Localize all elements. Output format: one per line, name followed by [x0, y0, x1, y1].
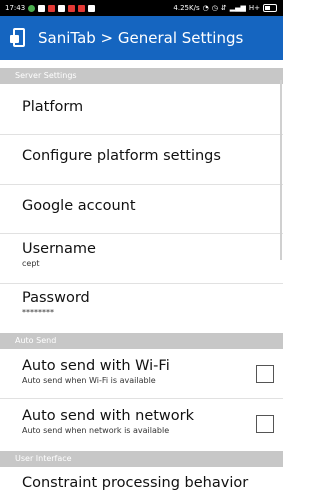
password-title: Password: [22, 290, 90, 306]
status-left: 17:43: [5, 0, 96, 16]
username-value: cept: [22, 259, 40, 268]
auto-send-wifi-title: Auto send with Wi-Fi: [22, 358, 170, 374]
section-header-server: Server Settings: [0, 68, 283, 84]
clock-icon: ◷: [211, 4, 218, 12]
auto-send-network-checkbox[interactable]: [256, 415, 274, 433]
divider: [0, 134, 283, 135]
mail-icon: [48, 4, 56, 12]
message-icon: [58, 4, 66, 12]
password-setting[interactable]: Password ********: [0, 290, 283, 317]
image-icon: [88, 4, 96, 12]
auto-send-wifi-setting[interactable]: Auto send with Wi-Fi Auto send when Wi-F…: [0, 358, 283, 385]
network-speed: 4.25K/s: [173, 4, 200, 12]
constraint-processing-setting[interactable]: Constraint processing behavior: [0, 475, 283, 491]
configure-platform-setting[interactable]: Configure platform settings: [0, 148, 283, 164]
scrollbar[interactable]: [280, 80, 282, 260]
gmail-icon-2: [78, 4, 86, 12]
divider: [0, 184, 283, 185]
platform-title: Platform: [22, 99, 84, 115]
battery-icon: [263, 4, 277, 12]
gmail-icon: [68, 4, 76, 12]
app-bar: SaniTab > General Settings: [0, 16, 283, 60]
constraint-processing-title: Constraint processing behavior: [22, 475, 249, 491]
divider: [0, 398, 283, 399]
alarm-icon: ◔: [202, 4, 209, 12]
auto-send-wifi-summary: Auto send when Wi-Fi is available: [22, 376, 156, 385]
google-account-title: Google account: [22, 198, 136, 214]
auto-send-wifi-checkbox[interactable]: [256, 365, 274, 383]
signal-icon: ▂▄▆: [229, 4, 246, 12]
section-header-auto-send: Auto Send: [0, 333, 283, 349]
app-logo-icon[interactable]: [10, 27, 28, 49]
section-header-user-interface: User Interface: [0, 451, 283, 467]
google-account-setting[interactable]: Google account: [0, 198, 283, 214]
username-setting[interactable]: Username cept: [0, 241, 283, 268]
status-right: 4.25K/s ◔ ◷ ⇵ ▂▄▆ H+: [173, 0, 277, 16]
auto-send-network-title: Auto send with network: [22, 408, 195, 424]
divider: [0, 283, 283, 284]
status-bar: 17:43 4.25K/s ◔ ◷ ⇵ ▂▄▆ H+: [0, 0, 283, 16]
vibrate-icon: ⇵: [220, 4, 227, 12]
auto-send-network-setting[interactable]: Auto send with network Auto send when ne…: [0, 408, 283, 435]
configure-platform-title: Configure platform settings: [22, 148, 221, 164]
app-title: SaniTab > General Settings: [38, 29, 244, 47]
username-title: Username: [22, 241, 96, 257]
auto-send-network-summary: Auto send when network is available: [22, 426, 170, 435]
clock: 17:43: [5, 4, 26, 12]
app-notification-icon: [28, 4, 36, 12]
platform-setting[interactable]: Platform: [0, 99, 283, 115]
divider: [0, 233, 283, 234]
password-value: ********: [22, 308, 54, 317]
network-type: H+: [248, 4, 260, 12]
notification-icon: [38, 4, 46, 12]
